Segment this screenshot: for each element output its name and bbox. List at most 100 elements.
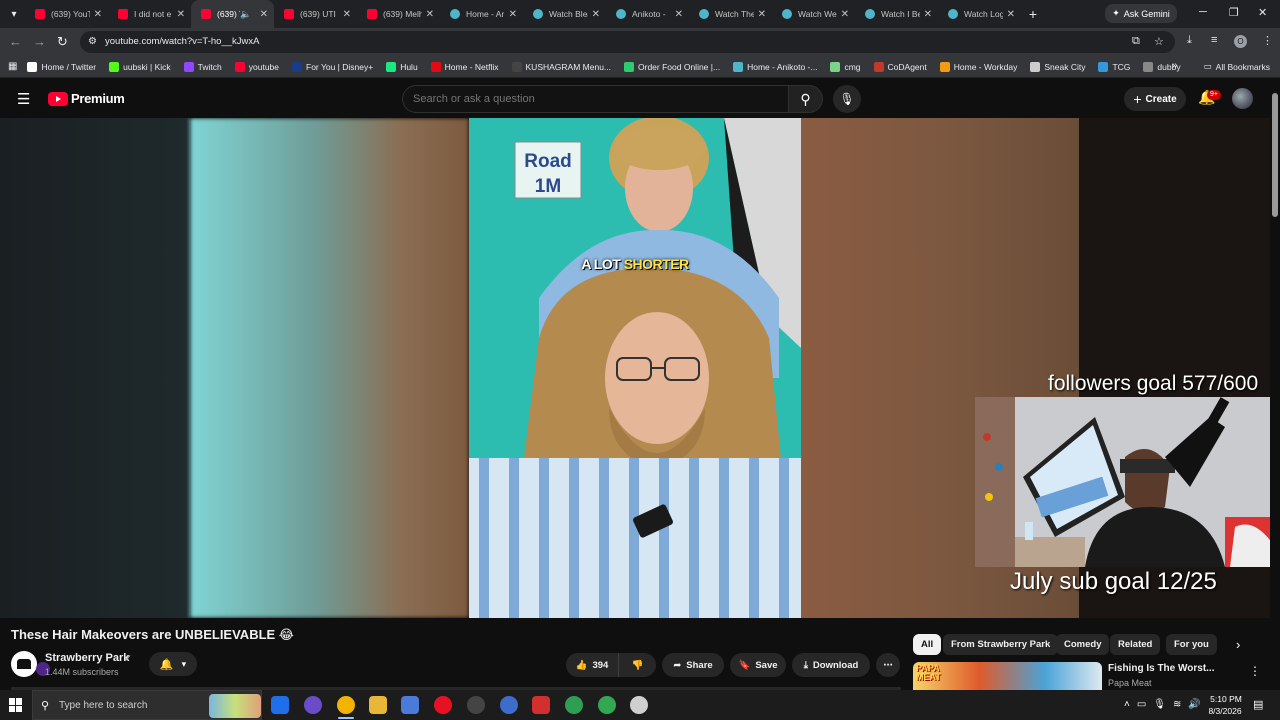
create-button[interactable]: + Create [1124, 87, 1186, 111]
bookmark-item[interactable]: Order Food Online |... [624, 61, 720, 72]
new-tab-button[interactable]: + [1021, 6, 1045, 22]
filter-chip[interactable]: Related [1110, 634, 1161, 655]
ask-gemini-button[interactable]: ✦ Ask Gemini [1105, 4, 1177, 23]
browser-tab[interactable]: I did not e ✕ [108, 0, 191, 28]
guide-menu-icon[interactable]: ☰ [17, 90, 30, 108]
bookmark-item[interactable]: cmg [830, 61, 861, 72]
browser-tab[interactable]: Watch We ✕ [772, 0, 855, 28]
filter-chip[interactable]: From Strawberry Park [943, 634, 1059, 655]
notification-center-icon[interactable]: ▤ [1253, 698, 1263, 711]
close-tab-icon[interactable]: ✕ [260, 9, 268, 20]
youtube-taskbar-icon[interactable] [434, 696, 452, 714]
back-arrow-icon[interactable]: ← [9, 34, 22, 49]
share-button[interactable]: ➦ Share [662, 653, 724, 677]
bookmark-star-icon[interactable]: ☆ [1154, 35, 1164, 48]
tab-search-dropdown-icon[interactable]: ▾ [3, 3, 25, 25]
bookmark-item[interactable]: Home - Workday [939, 61, 1017, 72]
download-button[interactable]: ⤓ Download [792, 653, 870, 677]
dislike-button[interactable]: 👎 [618, 653, 656, 677]
recommendation-menu-icon[interactable]: ⋮ [1249, 664, 1261, 678]
youtube-brand[interactable]: Premium [71, 91, 125, 106]
browser-menu-icon[interactable]: ⋮ [1262, 34, 1273, 47]
search-button[interactable]: ⚲ [788, 85, 823, 113]
like-button[interactable]: 👍 394 [566, 653, 618, 677]
search-input[interactable] [413, 93, 773, 105]
recommendation-channel[interactable]: Papa Meat [1108, 678, 1152, 688]
more-actions-button[interactable]: ⋯ [876, 653, 900, 677]
chrome-profile-taskbar-icon[interactable] [565, 696, 583, 714]
browser-tab[interactable]: Watch Blea ✕ [523, 0, 606, 28]
forward-arrow-icon[interactable]: → [33, 34, 46, 49]
close-tab-icon[interactable]: ✕ [94, 9, 102, 20]
chevron-up-icon[interactable]: ˄ [1124, 699, 1130, 710]
bookmark-item[interactable]: TCG [1098, 61, 1130, 72]
taskbar-time[interactable]: 5:10 PM [1209, 694, 1243, 704]
reading-list-icon[interactable]: ≡ [1211, 34, 1217, 46]
close-tab-icon[interactable]: ✕ [924, 9, 932, 20]
bookmark-item[interactable]: Home - Anikoto -... [733, 61, 817, 72]
taskbar-date[interactable]: 8/3/2026 [1205, 706, 1245, 716]
volume-icon[interactable]: 🔊 [1188, 699, 1200, 710]
profile-avatar-icon[interactable]: O [1234, 35, 1247, 48]
channel-name[interactable]: Strawberry Park [45, 652, 129, 664]
all-bookmarks-button[interactable]: ▭ All Bookmarks [1204, 61, 1270, 72]
close-tab-icon[interactable]: ✕ [841, 9, 849, 20]
taskbar-search-box[interactable]: ⚲ Type here to search [32, 690, 262, 720]
close-tab-icon[interactable]: ✕ [592, 9, 600, 20]
recommendation-title[interactable]: Fishing Is The Worst... [1108, 663, 1215, 674]
adobe-taskbar-icon[interactable] [532, 696, 550, 714]
tab-audio-icon[interactable]: 🔈 [240, 9, 251, 20]
browser-tab[interactable]: Home - Ar ✕ [440, 0, 523, 28]
network-icon[interactable]: ▭ [1137, 699, 1146, 710]
close-tab-icon[interactable]: ✕ [758, 9, 766, 20]
close-tab-icon[interactable]: ✕ [1007, 9, 1015, 20]
browser-tab[interactable]: Anikoto - ✕ [606, 0, 689, 28]
bookmark-item[interactable]: For You | Disney+ [292, 61, 373, 72]
reload-icon[interactable]: ↻ [57, 34, 68, 50]
gamepad-taskbar-icon[interactable] [401, 696, 419, 714]
browser-tab[interactable]: Watch The ✕ [689, 0, 772, 28]
bookmark-item[interactable]: Sneak City [1030, 61, 1085, 72]
subscription-notification-button[interactable]: 🔔 ▾ [149, 652, 197, 676]
bookmark-item[interactable]: youtube [234, 61, 279, 72]
page-scrollbar-thumb[interactable] [1272, 93, 1278, 217]
bluestacks-taskbar-icon[interactable] [271, 696, 289, 714]
close-window-icon[interactable]: ✕ [1258, 6, 1267, 19]
channel-avatar[interactable] [11, 651, 37, 677]
close-tab-icon[interactable]: ✕ [426, 9, 434, 20]
downloads-icon[interactable]: ⤓ [1187, 34, 1192, 47]
video-frame[interactable]: Road 1M [469, 118, 801, 618]
filter-chip[interactable]: For you [1166, 634, 1217, 655]
voice-search-button[interactable]: 🎙 [833, 85, 861, 113]
browser-tab[interactable]: (639) Melh ✕ [357, 0, 440, 28]
browser-tab[interactable]: Watch I Be ✕ [855, 0, 938, 28]
browser-tab[interactable]: (639) YouT ✕ [25, 0, 108, 28]
browser-tab[interactable]: (639) T🔈 ✕ [191, 0, 274, 28]
app-taskbar-icon[interactable] [304, 696, 322, 714]
apps-grid-icon[interactable]: ▦ [8, 61, 17, 72]
bookmark-item[interactable]: uubski | Kick [109, 61, 171, 72]
filter-chip[interactable]: Comedy [1056, 634, 1110, 655]
cast-icon[interactable]: ⧉ [1132, 35, 1140, 48]
chrome-taskbar-icon[interactable] [337, 696, 355, 714]
steam-taskbar-icon[interactable] [467, 696, 485, 714]
filter-chip[interactable]: All [913, 634, 942, 655]
minimize-window-icon[interactable]: ─ [1199, 6, 1207, 18]
youtube-logo-icon[interactable] [48, 92, 68, 106]
address-bar[interactable]: ⚙ youtube.com/watch?v=T-ho__kJwxA ⧉ ☆ [80, 31, 1175, 53]
file-explorer-taskbar-icon[interactable] [369, 696, 387, 714]
wifi-icon[interactable]: ≋ [1173, 699, 1181, 710]
bookmark-item[interactable]: Hulu [386, 61, 418, 72]
bookmark-item[interactable]: Home / Twitter [27, 61, 96, 72]
browser-tab[interactable]: (639) UTI I ✕ [274, 0, 357, 28]
close-tab-icon[interactable]: ✕ [343, 9, 351, 20]
chrome-profile-2-taskbar-icon[interactable] [598, 696, 616, 714]
bookmark-item[interactable]: Home - Netflix [430, 61, 499, 72]
windows-start-icon[interactable] [9, 698, 23, 712]
bookmark-item[interactable]: KUSHAGRAM Menu... [511, 61, 611, 72]
browser-tab[interactable]: Watch Log ✕ [938, 0, 1021, 28]
url-text[interactable]: youtube.com/watch?v=T-ho__kJwxA [105, 36, 259, 47]
microphone-icon[interactable]: 🎙 [1153, 699, 1166, 710]
restore-window-icon[interactable]: ❐ [1229, 6, 1239, 19]
close-tab-icon[interactable]: ✕ [509, 9, 517, 20]
